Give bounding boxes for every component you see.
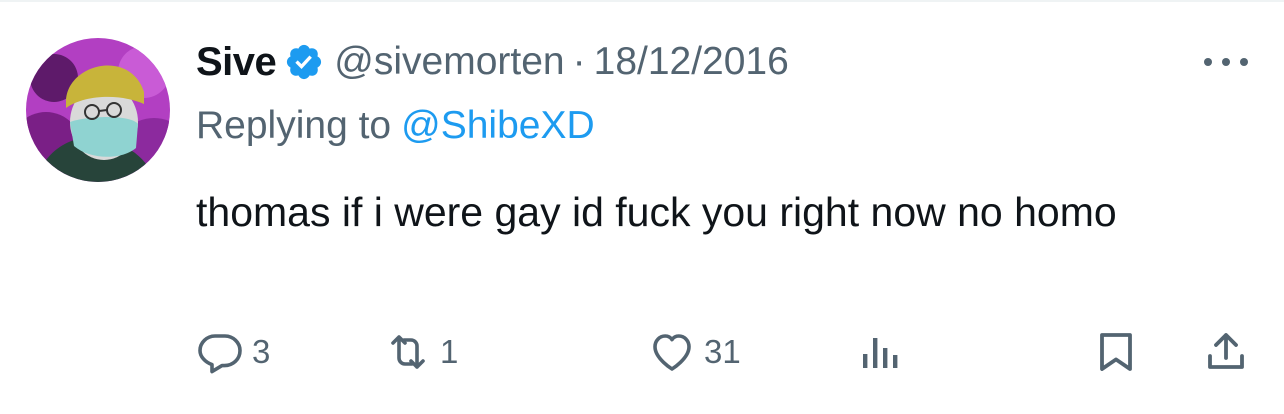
retweet-button[interactable]: 1 [384,326,458,378]
reply-handle-link[interactable]: @ShibeXD [401,104,595,147]
views-icon [856,328,904,376]
bookmark-icon [1092,328,1140,376]
bookmark-button[interactable] [1092,326,1140,378]
avatar[interactable] [26,38,170,182]
display-name[interactable]: Sive [196,40,277,85]
replying-to-label: Replying to [196,104,392,147]
tweet-date[interactable]: 18/12/2016 [594,40,789,84]
user-handle[interactable]: @sivemorten [334,40,564,84]
tweet-header: Sive @sivemorten · 18/12/2016 [196,36,789,88]
share-icon [1202,328,1250,376]
reply-icon [196,328,244,376]
like-icon [648,328,696,376]
replying-to: Replying to @ShibeXD [196,104,595,148]
tweet[interactable]: Sive @sivemorten · 18/12/2016 Replying t… [0,0,1284,414]
share-button[interactable] [1202,326,1250,378]
reply-count: 3 [252,333,271,370]
verified-badge-icon[interactable] [284,42,324,82]
like-button[interactable]: 31 [648,326,741,378]
action-bar: 3 1 31 [196,326,1256,378]
tweet-text: thomas if i were gay id fuck you right n… [196,189,1117,235]
more-icon[interactable] [1200,50,1252,74]
views-button[interactable] [856,326,904,378]
header-separator: · [572,40,586,83]
retweet-icon [384,328,432,376]
reply-button[interactable]: 3 [196,326,270,378]
retweet-count: 1 [440,333,459,370]
like-count: 31 [704,333,741,370]
